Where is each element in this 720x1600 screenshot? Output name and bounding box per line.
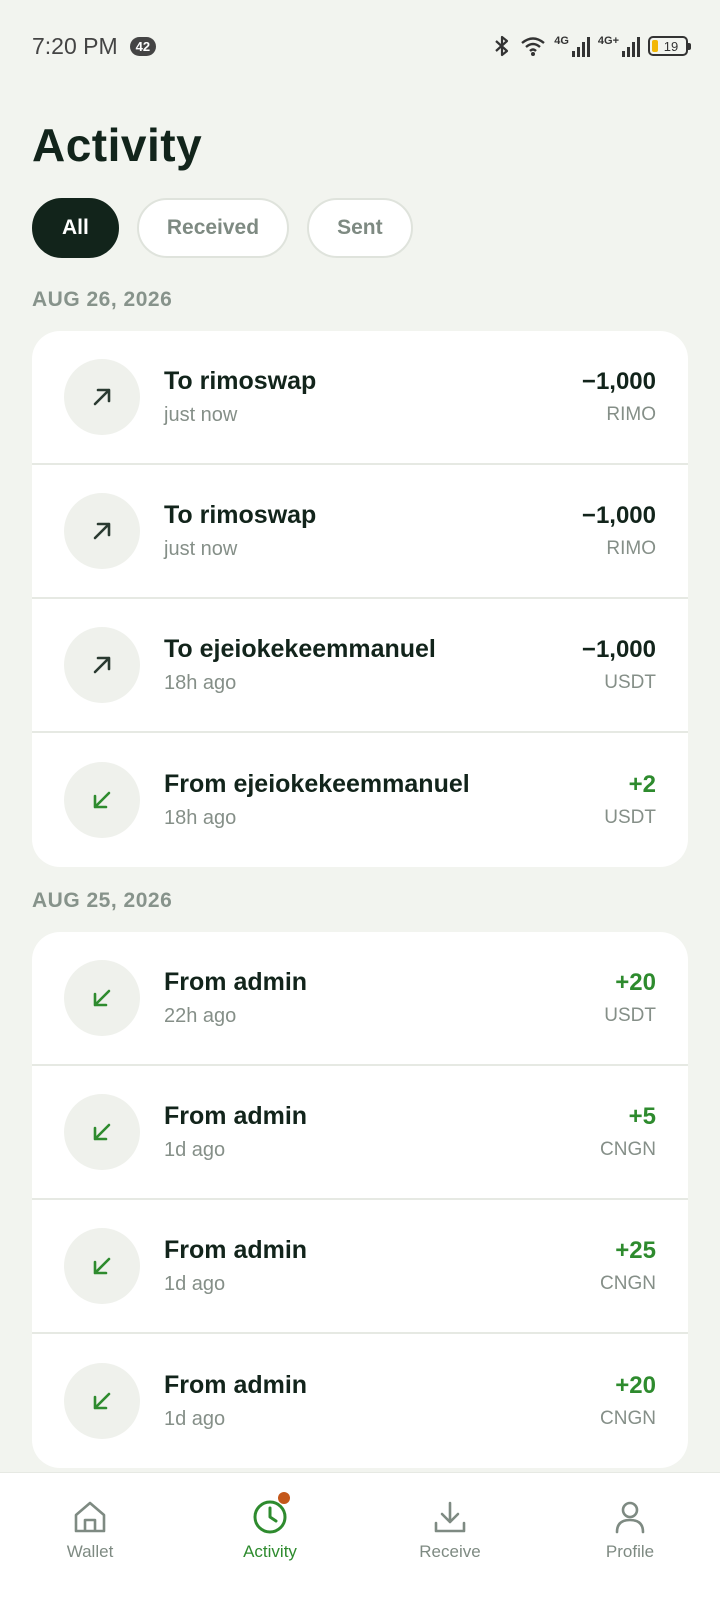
network-type-1: 4G <box>554 35 569 47</box>
arrow-down-left-icon <box>64 762 140 838</box>
transaction-amount-block: −1,000 USDT <box>582 636 656 694</box>
transaction-amount-block: −1,000 RIMO <box>582 502 656 560</box>
transaction-amount: +5 <box>628 1103 656 1130</box>
transaction-amount-block: −1,000 RIMO <box>582 368 656 426</box>
transaction-currency: USDT <box>604 1005 656 1026</box>
transaction-title: From admin <box>164 1102 308 1130</box>
nav-receive[interactable]: Receive <box>370 1498 530 1562</box>
transaction-row[interactable]: From admin 1d ago +25 CNGN <box>32 1200 688 1334</box>
transaction-amount-block: +20 CNGN <box>600 1372 656 1430</box>
arrow-up-right-icon <box>64 627 140 703</box>
arrow-down-left-icon <box>64 960 140 1036</box>
transaction-info: From admin 1d ago <box>164 1236 600 1296</box>
transaction-amount-block: +2 USDT <box>604 771 656 829</box>
person-icon <box>615 1501 645 1533</box>
nav-profile[interactable]: Profile <box>550 1498 710 1562</box>
status-time: 7:20 PM <box>32 32 118 59</box>
transaction-currency: CNGN <box>600 1273 656 1294</box>
transaction-title: From admin <box>164 1236 308 1264</box>
transaction-time: 18h ago <box>164 672 237 694</box>
transaction-currency: RIMO <box>606 538 656 559</box>
nav-wallet-label: Wallet <box>66 1541 114 1561</box>
transaction-amount: −1,000 <box>581 502 656 529</box>
transaction-amount: −1,000 <box>581 636 656 663</box>
filter-chips: All Received Sent <box>32 198 413 258</box>
transaction-amount-block: +25 CNGN <box>600 1237 656 1295</box>
download-icon <box>434 1501 466 1532</box>
transaction-row[interactable]: From admin 1d ago +5 CNGN <box>32 1066 688 1200</box>
battery-level: 19 <box>663 38 679 54</box>
transaction-time: 1d ago <box>164 1408 226 1430</box>
transaction-amount: +25 <box>615 1237 656 1264</box>
nav-wallet[interactable]: Wallet <box>10 1498 170 1562</box>
transaction-title: To rimoswap <box>164 501 317 529</box>
transaction-info: To ejeiokekeemmanuel 18h ago <box>164 635 582 695</box>
arrow-up-right-icon <box>64 359 140 435</box>
transaction-amount: +2 <box>628 771 656 798</box>
date-header: AUG 26, 2026 <box>32 288 173 311</box>
filter-sent[interactable]: Sent <box>307 198 413 258</box>
arrow-down-left-icon <box>64 1228 140 1304</box>
transaction-amount: +20 <box>615 1372 656 1399</box>
bluetooth-icon <box>495 35 509 57</box>
filter-received[interactable]: Received <box>136 198 290 258</box>
transaction-info: From admin 1d ago <box>164 1102 600 1162</box>
filter-all[interactable]: All <box>32 198 119 258</box>
transaction-time: just now <box>164 538 238 560</box>
transaction-currency: RIMO <box>606 404 656 425</box>
wifi-icon <box>521 37 545 56</box>
transaction-amount-block: +20 USDT <box>604 969 656 1027</box>
transaction-amount: −1,000 <box>581 368 656 395</box>
transaction-time: 1d ago <box>164 1273 226 1295</box>
arrow-up-right-icon <box>64 493 140 569</box>
status-right: 4G 4G+ 19 <box>492 34 691 58</box>
notification-dot <box>278 1491 290 1504</box>
transaction-row[interactable]: From admin 1d ago +20 CNGN <box>32 1334 688 1468</box>
transaction-currency: USDT <box>604 807 656 828</box>
transaction-row[interactable]: To rimoswap just now −1,000 RIMO <box>32 465 688 599</box>
transaction-currency: CNGN <box>600 1139 656 1160</box>
transaction-currency: USDT <box>604 672 656 693</box>
transaction-currency: CNGN <box>600 1408 656 1429</box>
transaction-title: From admin <box>164 968 308 996</box>
arrow-down-left-icon <box>64 1363 140 1439</box>
transaction-time: 18h ago <box>164 807 237 829</box>
battery-icon: 19 <box>648 36 691 56</box>
nav-receive-label: Receive <box>419 1541 481 1561</box>
notification-count-badge: 42 <box>129 36 157 56</box>
transaction-info: To rimoswap just now <box>164 367 582 427</box>
bottom-nav: Wallet Activity Receive Profile <box>0 1472 720 1600</box>
transaction-info: From admin 22h ago <box>164 968 604 1028</box>
transaction-time: just now <box>164 404 238 426</box>
transaction-info: From ejeiokekeemmanuel 18h ago <box>164 770 604 830</box>
transaction-time: 22h ago <box>164 1005 237 1027</box>
cell-signal-1-icon: 4G <box>554 35 590 57</box>
status-left: 7:20 PM 42 <box>32 32 157 60</box>
network-type-2: 4G+ <box>597 35 619 47</box>
transaction-title: To ejeiokekeemmanuel <box>164 635 436 663</box>
transaction-card: From admin 22h ago +20 USDT From admin 1… <box>32 932 688 1468</box>
transaction-row[interactable]: To rimoswap just now −1,000 RIMO <box>32 331 688 465</box>
transaction-title: To rimoswap <box>164 367 317 395</box>
transaction-time: 1d ago <box>164 1139 226 1161</box>
nav-activity[interactable]: Activity <box>190 1491 350 1562</box>
cell-signal-2-icon: 4G+ <box>598 35 640 57</box>
arrow-down-left-icon <box>64 1094 140 1170</box>
transaction-card: To rimoswap just now −1,000 RIMO To rimo… <box>32 331 688 867</box>
transaction-amount-block: +5 CNGN <box>600 1103 656 1161</box>
page-title: Activity <box>32 119 203 171</box>
transaction-amount: +20 <box>615 969 656 996</box>
transaction-title: From admin <box>164 1371 308 1399</box>
status-bar: 7:20 PM 42 4G 4G+ 19 <box>0 0 720 92</box>
transaction-title: From ejeiokekeemmanuel <box>164 770 470 798</box>
transaction-row[interactable]: From admin 22h ago +20 USDT <box>32 932 688 1066</box>
transaction-info: To rimoswap just now <box>164 501 582 561</box>
transaction-row[interactable]: From ejeiokekeemmanuel 18h ago +2 USDT <box>32 733 688 867</box>
date-header: AUG 25, 2026 <box>32 889 173 912</box>
transaction-row[interactable]: To ejeiokekeemmanuel 18h ago −1,000 USDT <box>32 599 688 733</box>
home-icon <box>74 1501 106 1532</box>
transaction-info: From admin 1d ago <box>164 1371 600 1431</box>
nav-profile-label: Profile <box>605 1541 655 1561</box>
nav-activity-label: Activity <box>243 1541 297 1561</box>
